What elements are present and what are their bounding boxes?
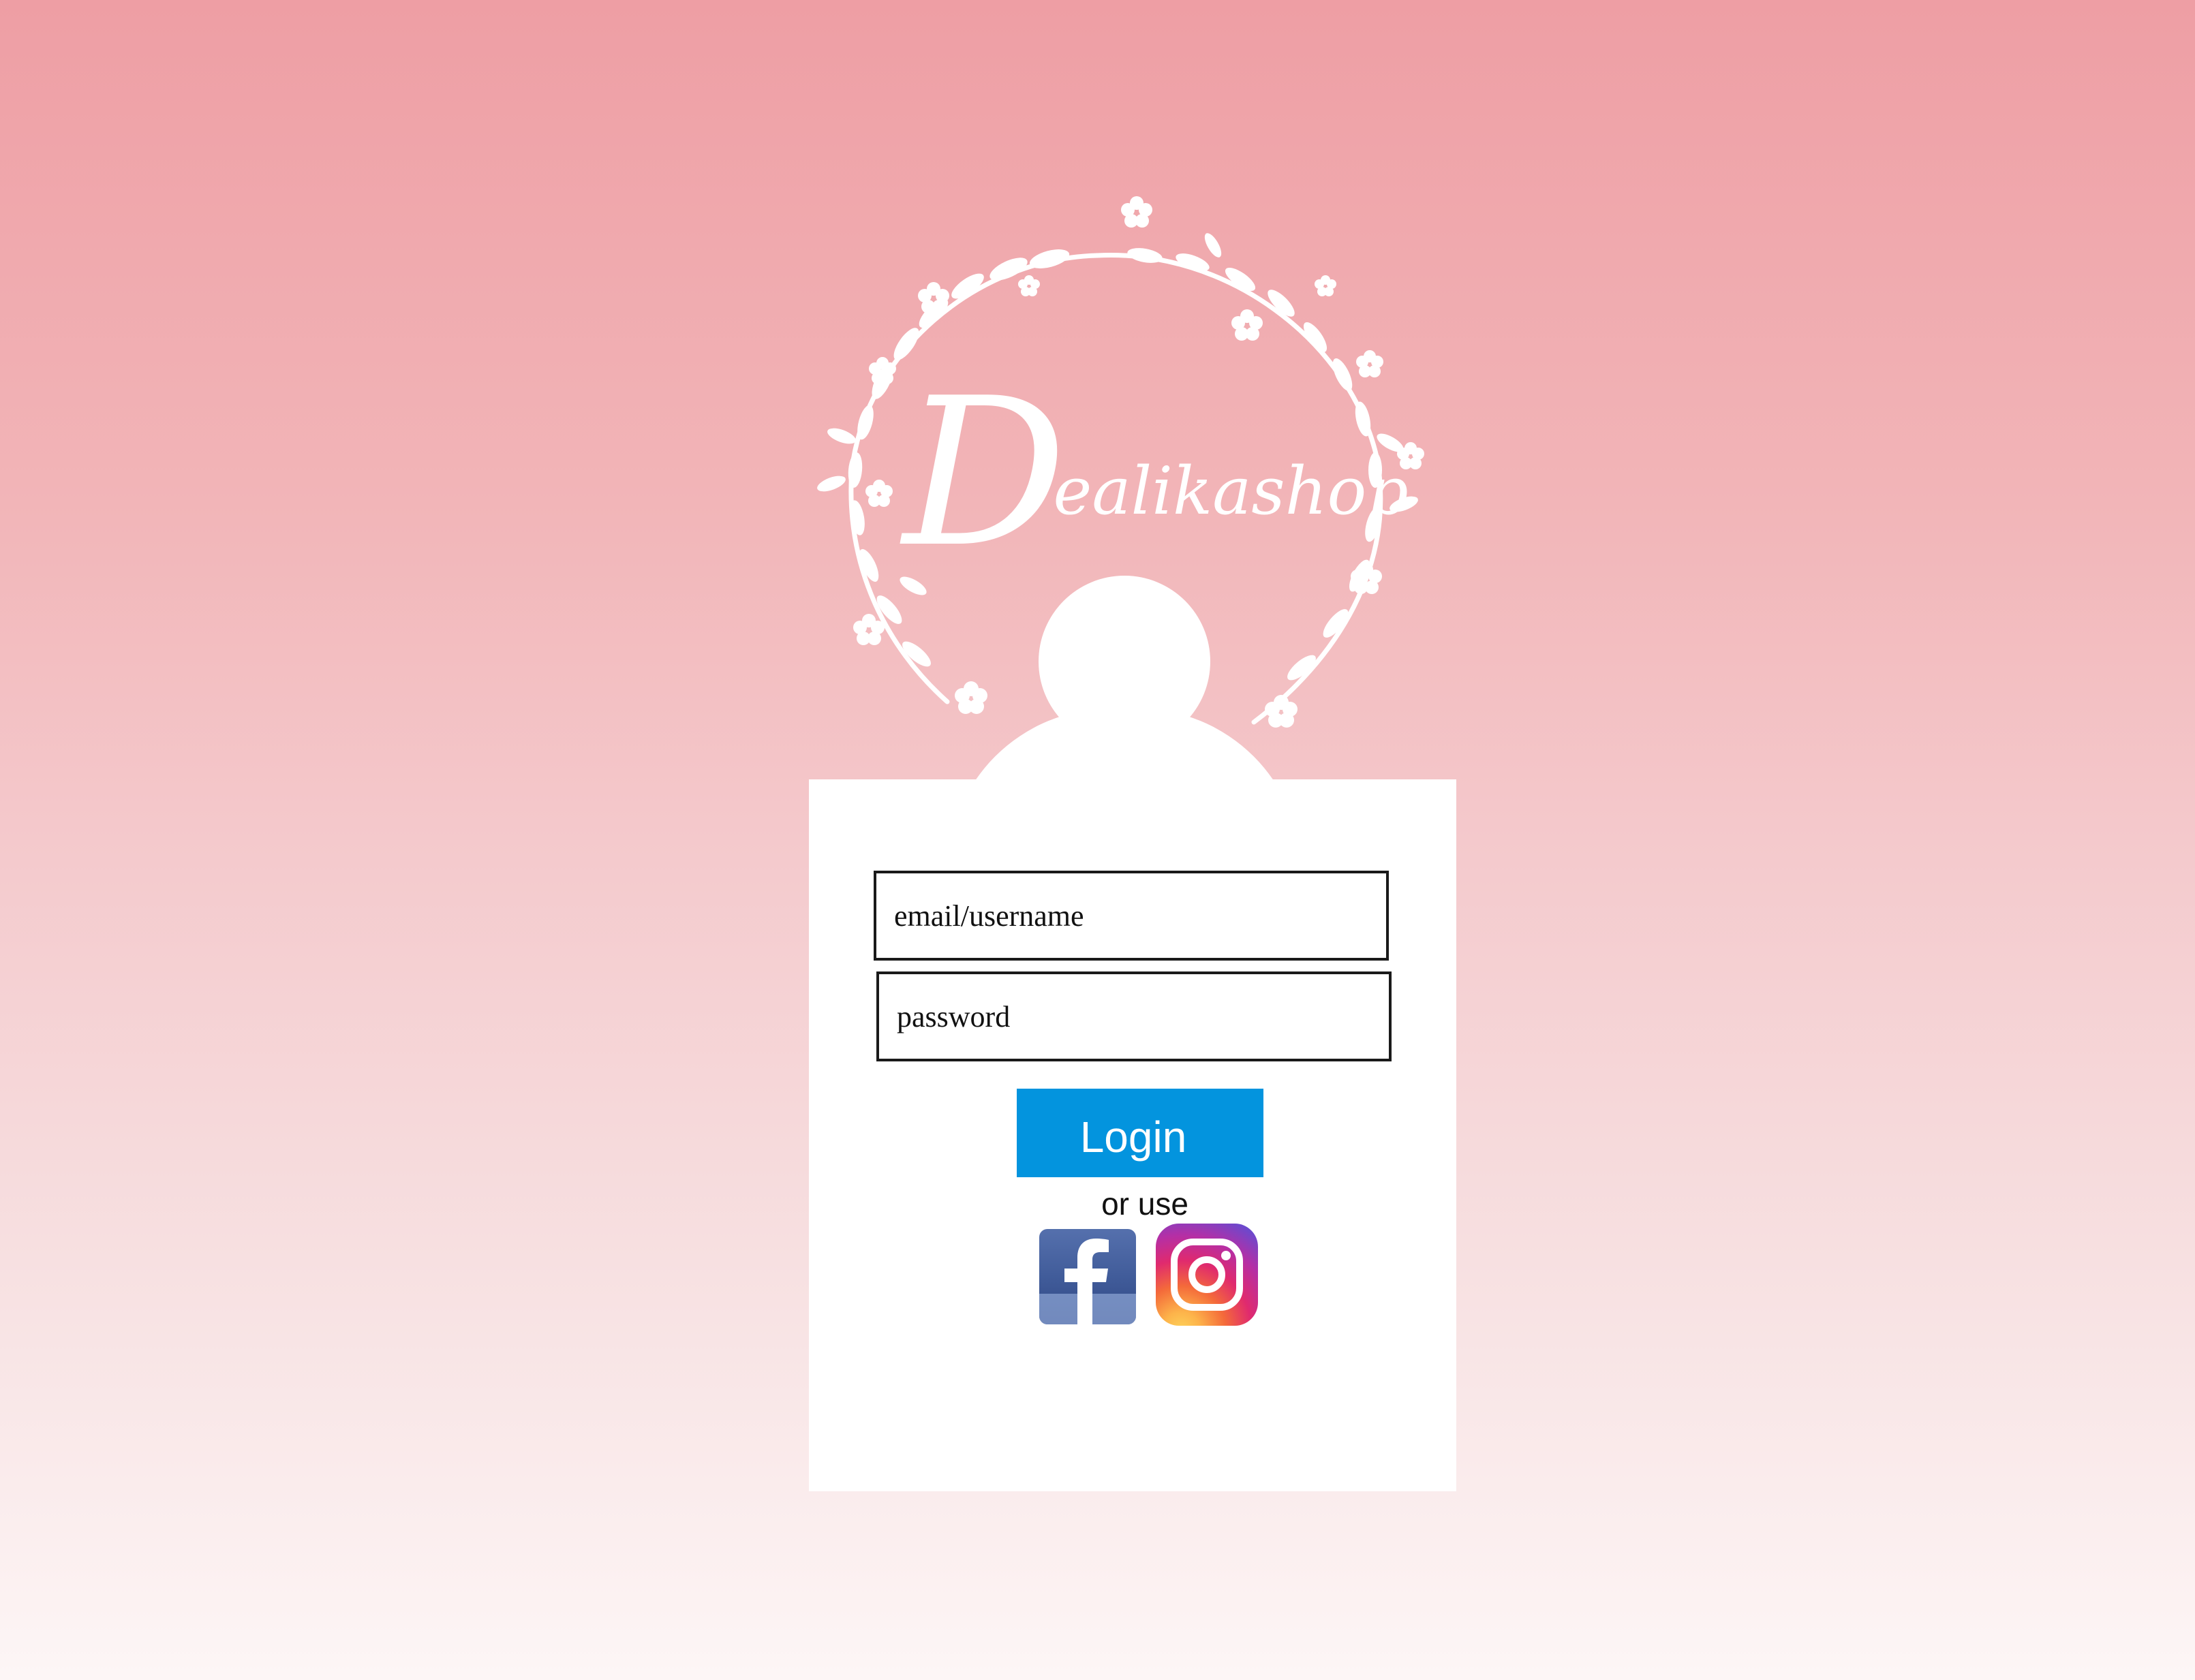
password-placeholder: password <box>897 999 1011 1033</box>
login-button-label: Login <box>1079 1113 1187 1162</box>
password-input[interactable]: password <box>876 971 1392 1061</box>
login-button[interactable]: Login <box>1017 1089 1263 1177</box>
alt-login-text: or use <box>1101 1186 1188 1222</box>
facebook-icon[interactable] <box>1039 1229 1136 1324</box>
email-placeholder: email/username <box>894 899 1084 933</box>
avatar-head <box>1039 576 1210 747</box>
instagram-icon[interactable] <box>1156 1224 1258 1326</box>
email-username-input[interactable]: email/username <box>874 871 1389 961</box>
